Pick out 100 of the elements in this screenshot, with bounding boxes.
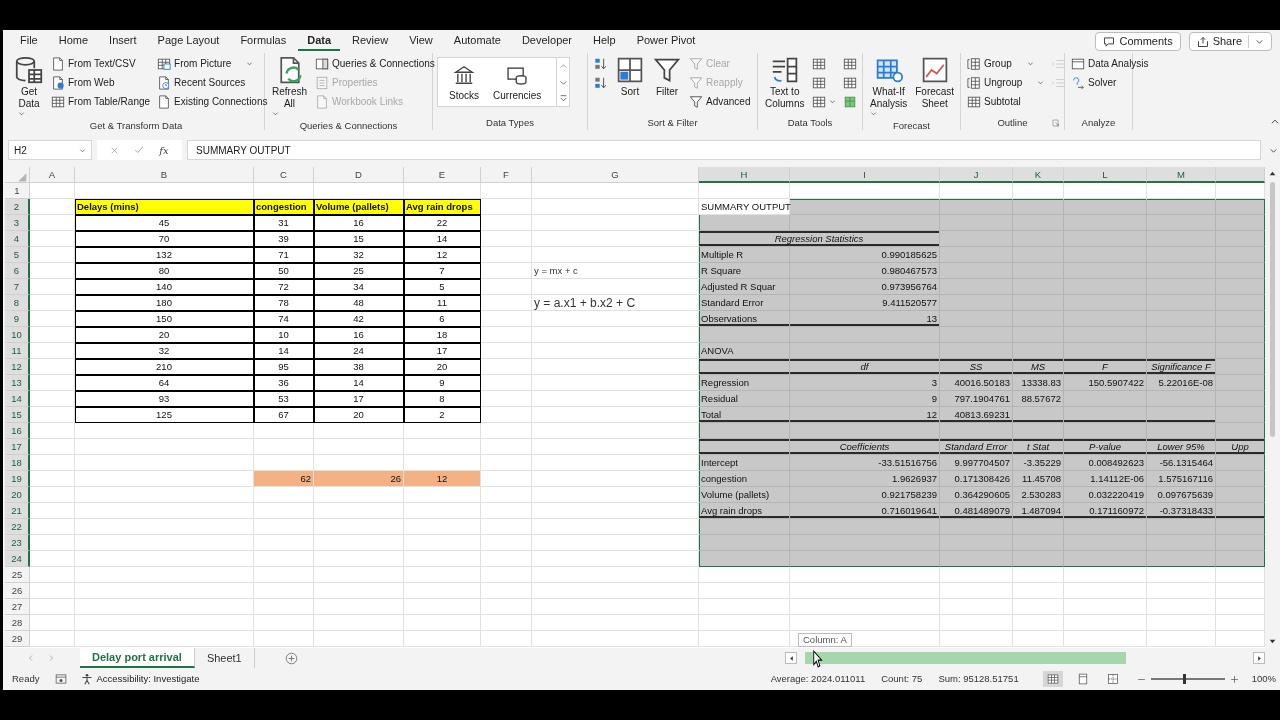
row-header[interactable]: 5 (5, 247, 30, 263)
insert-function-button[interactable]: fx (159, 142, 169, 158)
row-header[interactable]: 20 (5, 487, 30, 503)
ribbon-tab[interactable]: Insert (100, 32, 146, 51)
ribbon-button[interactable]: What-If Analysis (867, 54, 911, 119)
ribbon-button[interactable]: Filter (650, 54, 684, 100)
ribbon-tab[interactable]: File (11, 32, 47, 51)
ribbon-button[interactable]: Ungroup (965, 73, 1047, 92)
ribbon-tab[interactable]: Review (343, 32, 398, 51)
accessibility-button[interactable]: Accessibility: Investigate (79, 669, 202, 689)
comments-button[interactable]: Comments (1095, 32, 1181, 51)
group-label: Data Types (486, 116, 534, 130)
ribbon-tab[interactable]: Automate (444, 32, 510, 51)
column-header[interactable]: L (1064, 167, 1147, 183)
ribbon-button[interactable]: Refresh All (269, 54, 310, 119)
ribbon-button[interactable]: Get Data (12, 54, 46, 119)
grid-cell (30, 407, 75, 423)
ribbon-button[interactable]: Sort (613, 54, 647, 100)
row-header[interactable]: 27 (5, 599, 30, 615)
row-header[interactable]: 25 (5, 567, 30, 583)
ribbon-button[interactable]: Stocks (446, 58, 482, 106)
row-header[interactable]: 29 (5, 631, 30, 647)
scroll-left-button[interactable] (785, 652, 797, 664)
ribbon-button[interactable]: Solver (1069, 73, 1151, 92)
row-header[interactable]: 2 (5, 199, 30, 215)
column-header[interactable]: H (699, 167, 790, 183)
row-header[interactable]: 6 (5, 263, 30, 279)
row-header[interactable]: 13 (5, 375, 30, 391)
column-header[interactable]: G (532, 167, 699, 183)
row-header[interactable]: 8 (5, 295, 30, 311)
formula-field[interactable]: SUMMARY OUTPUT (187, 140, 1261, 160)
ribbon-button[interactable]: Currencies (490, 58, 545, 106)
ribbon-tab[interactable]: Formulas (231, 32, 296, 51)
view-button[interactable] (1042, 671, 1063, 687)
ribbon-button[interactable]: From Table/Range (49, 92, 153, 111)
scroll-right-button[interactable] (1253, 652, 1265, 664)
ribbon-tab[interactable]: Developer (512, 32, 582, 51)
share-button[interactable]: Share (1188, 32, 1272, 51)
web-page-icon (51, 75, 65, 90)
ribbon-tab[interactable]: Help (584, 32, 625, 51)
ribbon-button[interactable]: Forecast Sheet (912, 54, 958, 119)
ribbon-button[interactable]: Group (965, 54, 1047, 73)
row-header[interactable]: 4 (5, 231, 30, 247)
column-header[interactable]: K (1013, 167, 1064, 183)
row-header[interactable]: 23 (5, 535, 30, 551)
ribbon-button[interactable]: Advanced (687, 92, 753, 111)
row-header[interactable]: 21 (5, 503, 30, 519)
ribbon-tab[interactable]: Page Layout (148, 32, 229, 51)
row-header[interactable]: 28 (5, 615, 30, 631)
name-box[interactable]: H2 (8, 140, 92, 160)
row-header[interactable]: 7 (5, 279, 30, 295)
ribbon-button[interactable]: Data Analysis (1069, 54, 1151, 73)
ribbon-button[interactable]: Recent Sources (155, 73, 270, 92)
row-header[interactable]: 17 (5, 439, 30, 455)
grid-cell (481, 471, 532, 487)
column-header[interactable]: E (404, 167, 481, 183)
column-header[interactable]: D (314, 167, 404, 183)
row-header[interactable]: 22 (5, 519, 30, 535)
column-header[interactable] (1216, 167, 1265, 183)
grid-cell (481, 599, 532, 615)
more-icon (558, 93, 568, 103)
ribbon-tab[interactable]: Data (298, 32, 341, 51)
table-cell: 38 (314, 359, 404, 375)
sheet-tab[interactable]: Delay port arrival (80, 648, 195, 668)
row-header[interactable]: 12 (5, 359, 30, 375)
column-header[interactable]: C (254, 167, 314, 183)
row-header[interactable]: 9 (5, 311, 30, 327)
scroll-thumb[interactable] (1270, 182, 1275, 437)
ribbon-button[interactable]: Existing Connections (155, 92, 270, 111)
row-header[interactable]: 26 (5, 583, 30, 599)
ribbon-button[interactable]: Queries & Connections (313, 54, 437, 73)
ribbon-tab[interactable]: Power Pivot (627, 32, 705, 51)
scroll-thumb[interactable] (805, 652, 1126, 664)
column-header[interactable]: J (940, 167, 1013, 183)
column-header[interactable]: F (481, 167, 532, 183)
column-header[interactable]: I (790, 167, 940, 183)
row-header[interactable]: 10 (5, 327, 30, 343)
row-header[interactable]: 3 (5, 215, 30, 231)
ribbon-button[interactable]: From Picture (155, 54, 270, 73)
column-header[interactable]: A (30, 167, 75, 183)
ribbon-tab[interactable]: Home (49, 32, 98, 51)
sheet-tab[interactable]: Sheet1 (194, 648, 255, 668)
row-header[interactable]: 11 (5, 343, 30, 359)
add-sheet-button[interactable] (284, 651, 298, 665)
column-header[interactable]: M (1147, 167, 1216, 183)
row-header[interactable]: 16 (5, 423, 30, 439)
row-header[interactable]: 18 (5, 455, 30, 471)
table-cell: 1.487094 (1013, 503, 1064, 519)
row-header[interactable]: 15 (5, 407, 30, 423)
ribbon-button[interactable]: From Text/CSV (49, 54, 153, 73)
ribbon-button[interactable]: Subtotal (965, 92, 1047, 111)
zoom-slider-thumb[interactable] (1182, 674, 1186, 684)
ribbon-button[interactable]: From Web (49, 73, 153, 92)
column-header[interactable]: B (75, 167, 254, 183)
ribbon-tab[interactable]: View (400, 32, 442, 51)
row-header[interactable]: 19 (5, 471, 30, 487)
row-header[interactable]: 14 (5, 391, 30, 407)
row-header[interactable]: 24 (5, 551, 30, 567)
ribbon-button[interactable]: Text to Columns (762, 54, 808, 112)
row-header[interactable]: 1 (5, 183, 30, 199)
